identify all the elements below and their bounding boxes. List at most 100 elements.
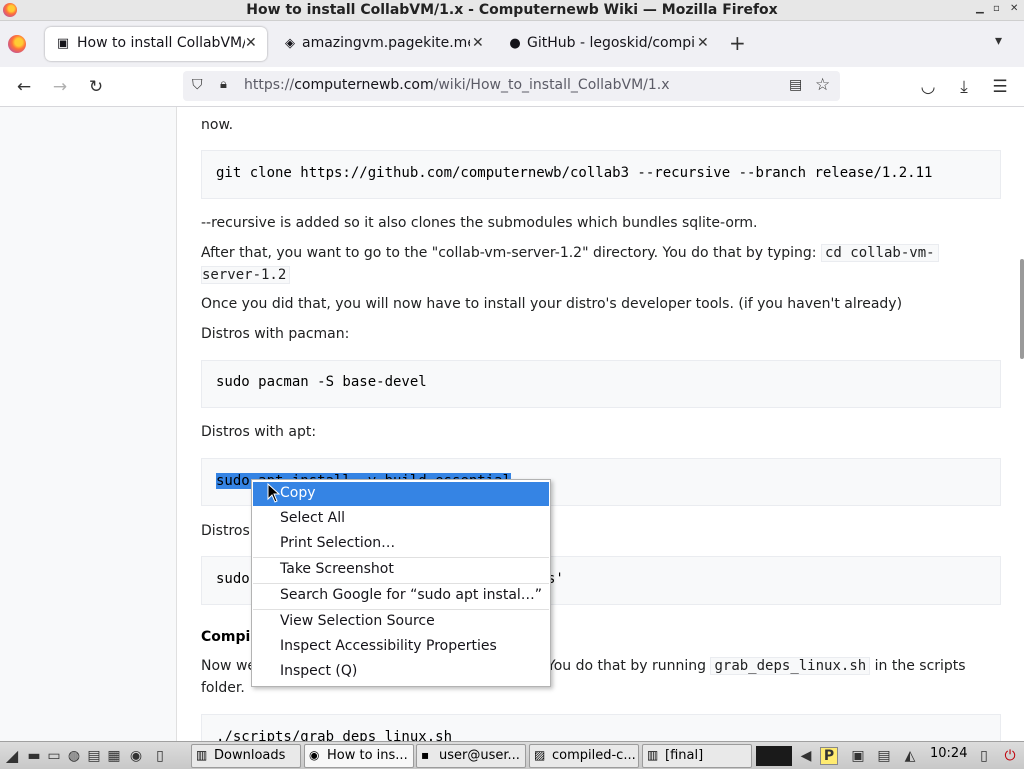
hamburger-menu-icon[interactable]: ☰ <box>989 76 1011 98</box>
clock[interactable]: 10:24 <box>930 746 967 761</box>
list-all-tabs-chevron-icon[interactable]: ▾ <box>995 33 1002 49</box>
close-tab-icon[interactable]: ✕ <box>245 35 257 51</box>
lock-icon[interactable]: 🔒︎ <box>220 77 227 92</box>
paragraph-recursive: --recursive is added so it also clones t… <box>201 215 758 231</box>
menu-item-print-selection[interactable]: Print Selection… <box>253 532 549 556</box>
firefox-view-icon[interactable] <box>8 35 26 53</box>
file-manager-icon[interactable]: ▭ <box>44 746 64 766</box>
code-clone-text: git clone https://github.com/computernew… <box>216 165 933 181</box>
paragraph-distros-pacman: Distros with pacman: <box>201 326 350 342</box>
tab-pagekite[interactable]: ◈ amazingvm.pagekite.me/ ✕ <box>272 27 494 61</box>
task-label: How to ins... <box>327 748 408 763</box>
now-we-end-text: You do that by running <box>547 658 707 674</box>
network-icon[interactable]: ◭ <box>900 746 920 766</box>
network-globe-icon[interactable]: ◍ <box>64 746 84 766</box>
paragraph-now-we-end: You do that by running grab_deps_linux.s… <box>547 655 966 677</box>
menu-item-label: Inspect Accessibility Properties <box>280 638 497 654</box>
menu-item-inspect[interactable]: Inspect (Q) <box>253 660 549 684</box>
menu-item-label: Copy <box>280 485 316 501</box>
menu-item-label: Take Screenshot <box>280 561 394 577</box>
menu-item-search-google[interactable]: Search Google for “sudo apt instal…” <box>253 584 549 608</box>
task-archive[interactable]: ▨ compiled-c... <box>529 744 639 768</box>
audio-icon[interactable]: ◀ <box>796 746 816 766</box>
calendar-icon[interactable]: ▤ <box>874 746 894 766</box>
menu-item-copy[interactable]: Copy <box>253 482 549 506</box>
after-that-text: After that, you want to go to the "colla… <box>201 245 817 261</box>
menu-item-view-selection-source[interactable]: View Selection Source <box>253 610 549 634</box>
pocket-icon[interactable]: ◡ <box>917 76 939 98</box>
wiki-sidebar <box>0 107 177 741</box>
window-title: How to install CollabVM/1.x - Computerne… <box>246 2 778 18</box>
context-menu: Copy Select All Print Selection… Take Sc… <box>251 479 551 687</box>
url-prefix: https:// <box>244 77 295 93</box>
url-bar[interactable]: ⛉ 🔒︎ https://computernewb.com/wiki/How_t… <box>183 71 840 101</box>
menu-item-inspect-accessibility[interactable]: Inspect Accessibility Properties <box>253 635 549 659</box>
menu-item-take-screenshot[interactable]: Take Screenshot <box>253 558 549 582</box>
close-tab-icon[interactable]: ✕ <box>697 35 709 51</box>
tab-label: How to install CollabVM/1.x <box>77 35 245 51</box>
cpu-monitor-icon <box>756 746 792 766</box>
tab-bar: ▣ How to install CollabVM/1.x ✕ ◈ amazin… <box>0 21 1024 67</box>
paragraph-folder: folder. <box>201 680 245 696</box>
tab-how-to-install[interactable]: ▣ How to install CollabVM/1.x ✕ <box>45 27 267 61</box>
url-text[interactable]: https://computernewb.com/wiki/How_to_ins… <box>244 77 670 93</box>
menu-item-label: Inspect (Q) <box>280 663 358 679</box>
url-domain: computernewb.com <box>294 77 434 93</box>
task-final-folder[interactable]: ▥ [final] <box>642 744 752 768</box>
task-label: compiled-c... <box>552 748 636 763</box>
reload-icon[interactable]: ↻ <box>85 76 107 98</box>
archive-icon: ▨ <box>534 748 546 762</box>
task-firefox[interactable]: ◉ How to ins... <box>304 744 414 768</box>
paragraph-after-that-cont: server-1.2 <box>201 264 291 286</box>
folder-icon: ▥ <box>647 748 659 762</box>
start-menu-icon[interactable]: ◢ <box>2 746 22 766</box>
p-app-icon[interactable]: P <box>820 747 838 765</box>
firefox-icon: ◉ <box>309 748 320 762</box>
bookmark-star-icon[interactable]: ☆ <box>815 75 830 95</box>
mouse-pointer-icon <box>267 483 281 503</box>
code-dnf-start: sudo <box>216 571 250 587</box>
window-list-icon[interactable]: ▦ <box>104 746 124 766</box>
tab-label: amazingvm.pagekite.me/ <box>302 35 470 51</box>
task-terminal[interactable]: ▪ user@user... <box>416 744 526 768</box>
section-heading-compile: Compi <box>201 629 251 645</box>
show-desktop-icon[interactable]: ▬ <box>24 746 44 766</box>
task-label: user@user... <box>439 748 520 763</box>
minimize-icon[interactable]: ▁ <box>976 3 984 14</box>
menu-item-select-all[interactable]: Select All <box>253 507 549 531</box>
taskbar: ◢ ▬ ▭ ◍ ▤ ▦ ◉ ▯ ▥ Downloads ◉ How to ins… <box>0 741 1024 769</box>
inline-code-cd: cd collab-vm- <box>820 244 939 262</box>
firefox-launcher-icon[interactable]: ◉ <box>126 746 146 766</box>
power-icon[interactable]: ⏻ <box>1000 746 1020 766</box>
folder-icon: ▥ <box>196 748 208 762</box>
forward-arrow-icon[interactable]: → <box>49 76 71 98</box>
screen-icon[interactable]: ▣ <box>848 746 868 766</box>
menu-item-label: Search Google for “sudo apt instal…” <box>280 587 543 603</box>
reader-view-icon[interactable]: ▤ <box>789 77 802 93</box>
code-block-grab-deps: ./scripts/grab_deps_linux.sh <box>201 714 1001 741</box>
task-label: [final] <box>665 748 704 763</box>
maximize-icon[interactable]: ▫ <box>993 3 1000 14</box>
close-window-icon[interactable]: ✕ <box>1010 3 1018 14</box>
terminal-icon: ▪ <box>421 748 430 762</box>
menu-item-label: Select All <box>280 510 345 526</box>
paragraph-now: now. <box>201 117 234 133</box>
page-scrollbar[interactable] <box>1020 259 1024 359</box>
downloads-icon[interactable]: ⤓ <box>953 76 975 98</box>
inline-code-grab-deps: grab_deps_linux.sh <box>710 657 871 675</box>
github-favicon-icon: ● <box>509 36 521 51</box>
terminal-launcher-icon[interactable]: ▤ <box>84 746 104 766</box>
close-tab-icon[interactable]: ✕ <box>472 35 484 51</box>
tab-github[interactable]: ● GitHub - legoskid/compiled-c ✕ <box>497 27 719 61</box>
window-titlebar: How to install CollabVM/1.x - Computerne… <box>0 0 1024 21</box>
task-label: Downloads <box>214 748 286 763</box>
tracking-shield-icon[interactable]: ⛉ <box>192 77 203 93</box>
code-block-pacman: sudo pacman -S base-devel <box>201 360 1001 408</box>
paragraph-distros-apt: Distros with apt: <box>201 424 317 440</box>
files-launcher-icon[interactable]: ▯ <box>150 746 170 766</box>
paragraph-now-we-start: Now we <box>201 658 257 674</box>
back-arrow-icon[interactable]: ← <box>13 76 35 98</box>
paragraph-once-you: Once you did that, you will now have to … <box>201 296 903 312</box>
task-downloads[interactable]: ▥ Downloads <box>191 744 301 768</box>
new-tab-plus-icon[interactable]: + <box>729 31 746 55</box>
